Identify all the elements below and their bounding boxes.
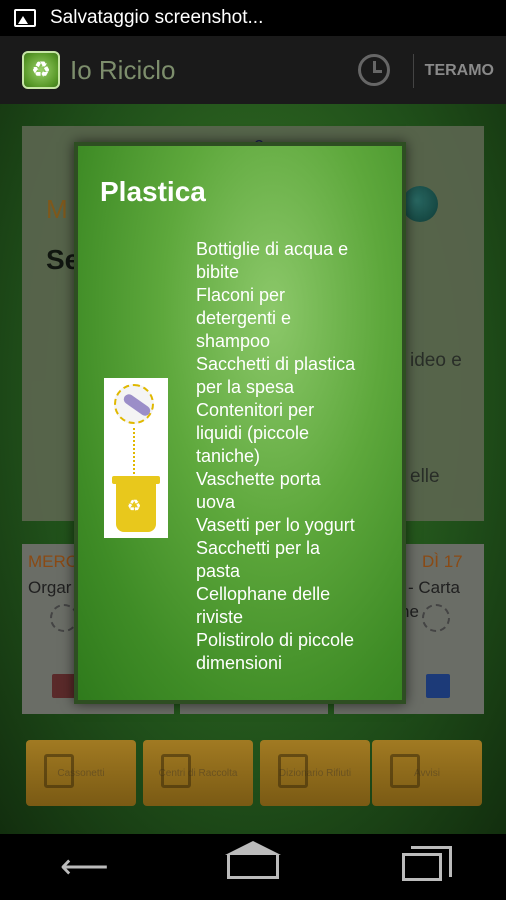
- notification-text: Salvataggio screenshot...: [50, 7, 264, 28]
- plastic-bin-illustration: ♻: [104, 378, 168, 538]
- card-peek-text: M: [46, 194, 68, 224]
- yellow-bin-icon: ♻: [112, 476, 160, 532]
- plastic-items-list[interactable]: Bottiglie di acqua e bibite Flaconi per det…: [196, 238, 396, 678]
- factory-icon: [161, 754, 191, 788]
- list-item: Bottiglie di acqua e: [196, 239, 349, 259]
- waste-type: - Carta: [408, 578, 460, 597]
- waste-dot-icon: [422, 604, 450, 632]
- trash-bin-icon: [44, 754, 74, 788]
- app-title: Io Riciclo: [70, 54, 176, 85]
- notice-icon: [390, 754, 420, 788]
- card-peek-text: ideo e: [410, 350, 462, 371]
- back-button[interactable]: ⟵: [54, 847, 114, 887]
- recent-apps-icon: [401, 846, 452, 881]
- list-item: Sacchetti per la: [196, 538, 321, 558]
- list-item: Sacchetti di plastica: [196, 354, 356, 374]
- status-bar: Salvataggio screenshot...: [0, 0, 506, 36]
- avvisi-button[interactable]: Avvisi: [372, 740, 482, 806]
- day-name: MERC: [28, 552, 79, 571]
- plastica-dialog[interactable]: Plastica ♻ Bottiglie di acqua e bibite Fla…: [74, 142, 406, 704]
- action-bar: ♻ Io Riciclo TERAMO: [0, 36, 506, 104]
- list-item: detergenti e: [196, 308, 292, 328]
- navigation-bar: ⟵: [0, 834, 506, 900]
- image-icon: [14, 9, 36, 27]
- list-item: bibite: [196, 262, 240, 282]
- list-item: Vaschette porta: [196, 469, 321, 489]
- card-peek-text: elle: [410, 466, 440, 487]
- recycle-logo-icon[interactable]: ♻: [22, 51, 60, 89]
- list-item: liquidi (piccole: [196, 423, 310, 443]
- list-item: shampoo: [196, 331, 271, 351]
- recent-apps-button[interactable]: [392, 846, 452, 887]
- list-item: dimensioni: [196, 653, 283, 673]
- dictionary-icon: [278, 754, 308, 788]
- list-item: Polistirolo di piccole: [196, 630, 355, 650]
- dialog-title: Plastica: [100, 176, 206, 207]
- list-item: Cassettine i: [196, 675, 396, 678]
- centri-raccolta-button[interactable]: Centri di Raccolta: [143, 740, 253, 806]
- home-icon: [224, 841, 281, 879]
- list-item: riviste: [196, 607, 244, 627]
- home-button[interactable]: [223, 841, 283, 887]
- day-name: DÌ 17: [422, 552, 463, 571]
- list-item: per la spesa: [196, 377, 295, 397]
- city-selector[interactable]: TERAMO: [425, 62, 494, 80]
- dotted-line: [133, 428, 135, 478]
- list-item: Vasetti per lo yogurt: [196, 515, 355, 535]
- list-item: taniche): [196, 446, 261, 466]
- bottle-icon: [114, 384, 154, 424]
- organic-bin-icon: [52, 674, 76, 698]
- list-item: pasta: [196, 561, 241, 581]
- globe-bulb-icon: [402, 186, 438, 222]
- list-item: Flaconi per: [196, 285, 286, 305]
- cassonetti-button[interactable]: Cassonetti: [26, 740, 136, 806]
- divider: [413, 54, 414, 88]
- waste-type: Orgar: [28, 578, 72, 597]
- list-item: Cellophane delle: [196, 584, 331, 604]
- dizionario-button[interactable]: Dizionario Rifiuti: [260, 740, 370, 806]
- alarm-clock-icon[interactable]: [358, 54, 390, 86]
- paper-bin-icon: [426, 674, 450, 698]
- list-item: uova: [196, 492, 236, 512]
- list-item: Contenitori per: [196, 400, 315, 420]
